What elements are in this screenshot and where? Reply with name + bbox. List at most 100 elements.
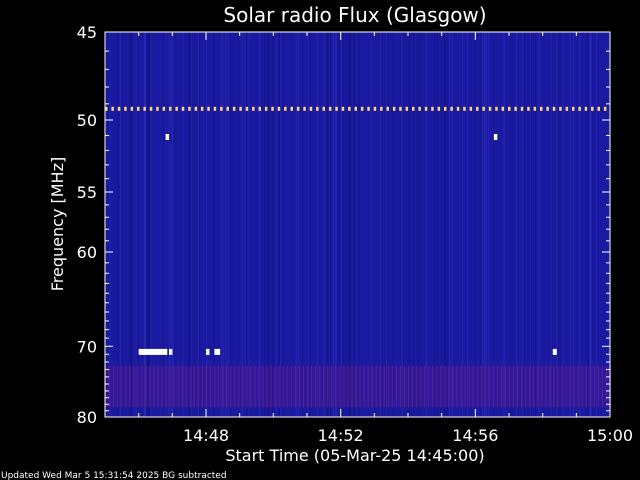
band-streak: [121, 365, 123, 408]
band-streak: [509, 365, 510, 408]
x-tick-label: 15:00: [587, 426, 633, 445]
band-streak: [541, 365, 543, 408]
noise-streak: [596, 32, 598, 417]
interference-dash: [284, 106, 287, 111]
noise-streak: [323, 32, 325, 417]
noise-streak: [248, 32, 250, 417]
noise-streak: [167, 32, 169, 417]
band-streak: [375, 365, 377, 408]
interference-dash: [533, 106, 537, 111]
noise-streak: [451, 32, 453, 417]
band-streak: [149, 365, 151, 408]
band-streak: [169, 365, 171, 408]
band-streak: [294, 365, 296, 408]
noise-streak: [244, 32, 246, 417]
interference-dash: [565, 106, 569, 111]
interference-dash: [380, 106, 383, 111]
noise-streak: [420, 32, 422, 417]
interference-dash: [335, 106, 338, 111]
interference-dash: [220, 106, 223, 111]
noise-streak: [165, 32, 167, 417]
noise-streak: [298, 32, 300, 417]
band-streak: [145, 365, 147, 408]
noise-streak: [346, 32, 348, 417]
interference-dash: [156, 106, 159, 111]
noise-streak: [206, 32, 208, 417]
interference-dash: [456, 106, 460, 111]
interference-dash: [290, 106, 293, 111]
band-streak: [311, 365, 312, 408]
noise-streak: [381, 32, 383, 417]
noise-streak: [587, 32, 589, 417]
noise-streak: [295, 32, 297, 417]
noise-streak: [342, 32, 344, 417]
noise-streak: [137, 32, 139, 417]
interference-dash: [348, 106, 351, 111]
band-streak: [197, 365, 199, 408]
noise-streak: [485, 32, 487, 417]
band-streak: [444, 365, 446, 408]
band-streak: [416, 365, 418, 408]
noise-streak: [230, 32, 232, 417]
interference-dash: [232, 106, 236, 111]
noise-streak: [516, 32, 518, 417]
noise-streak: [327, 32, 329, 417]
band-streak: [298, 365, 300, 408]
band-streak: [577, 365, 579, 408]
band-streak: [246, 365, 248, 408]
noise-streak: [282, 32, 284, 417]
noise-streak: [189, 32, 191, 417]
band-streak: [343, 365, 345, 408]
noise-streak: [376, 32, 378, 417]
noise-streak: [144, 32, 145, 417]
interference-dash: [328, 106, 332, 111]
interference-dash: [200, 106, 204, 111]
noise-streak: [213, 32, 215, 417]
band-streak: [496, 365, 498, 408]
interference-dash: [322, 106, 325, 111]
noise-streak: [392, 32, 394, 417]
noise-streak: [579, 32, 581, 417]
interference-dash: [137, 106, 140, 111]
interference-dash: [424, 106, 428, 111]
noise-streak: [462, 32, 464, 417]
interference-dash: [316, 106, 319, 111]
band-streak: [258, 365, 260, 408]
interference-dash: [418, 106, 421, 111]
noise-streak: [348, 32, 350, 417]
band-streak: [303, 365, 304, 408]
interference-dash: [520, 106, 524, 111]
band-streak: [109, 365, 110, 408]
noise-streak: [117, 32, 119, 417]
noise-streak: [197, 32, 199, 417]
noise-streak: [332, 32, 334, 417]
interference-dash: [578, 106, 581, 111]
interference-dash: [373, 106, 377, 111]
interference-dash: [514, 106, 517, 111]
noise-streak: [504, 32, 505, 417]
interference-dash: [194, 106, 198, 111]
band-streak: [517, 365, 519, 408]
x-axis-label: Start Time (05-Mar-25 14:45:00): [225, 446, 484, 465]
noise-streak: [163, 32, 165, 417]
band-streak: [593, 365, 595, 408]
band-streak: [133, 365, 135, 408]
interference-dash: [603, 106, 607, 111]
interference-dash: [469, 106, 473, 111]
noise-streak: [182, 32, 184, 417]
noise-streak: [172, 32, 174, 417]
noise-streak: [135, 32, 137, 417]
noise-streak: [377, 32, 379, 417]
noise-streak: [271, 32, 273, 417]
noise-streak: [550, 32, 552, 417]
noise-streak: [146, 32, 148, 417]
noise-streak: [534, 32, 536, 417]
band-streak: [181, 365, 183, 408]
band-streak: [319, 365, 321, 408]
interference-dash: [399, 106, 402, 111]
interference-dash: [303, 106, 306, 111]
band-streak: [351, 365, 353, 408]
noise-streak: [401, 32, 403, 417]
noise-streak: [169, 32, 171, 417]
noise-streak: [407, 32, 409, 417]
